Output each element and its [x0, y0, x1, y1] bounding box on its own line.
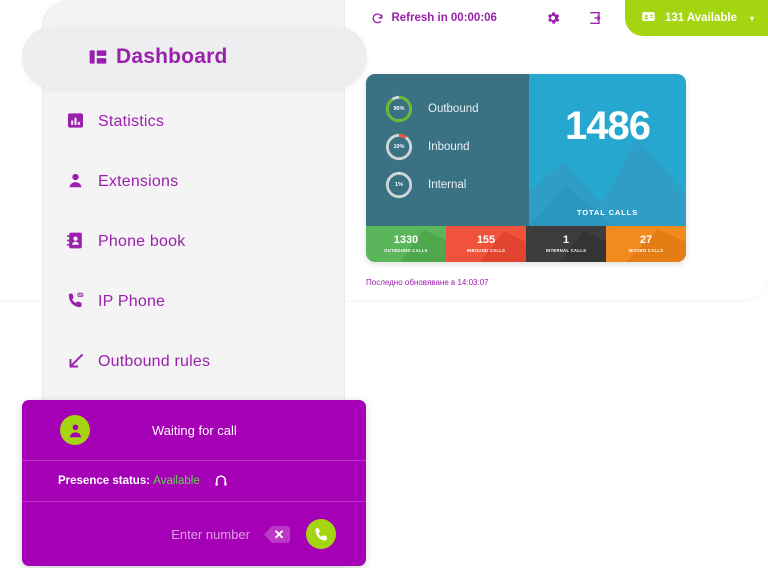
tile-value: 1: [563, 235, 569, 247]
extensions-icon: [66, 171, 88, 193]
dial-label: Inbound: [428, 141, 470, 153]
tile-label: INTERNAL CALLS: [546, 248, 586, 253]
call-state-label: Waiting for call: [152, 423, 237, 438]
call-icon[interactable]: [306, 519, 336, 549]
softphone-presence-row: Presence status: Available: [22, 461, 366, 502]
softphone-dial-row: [22, 502, 366, 566]
dial-row-inbound: 10% Inbound: [384, 128, 529, 166]
total-calls-label: TOTAL CALLS: [529, 208, 686, 217]
ip-phone-icon: SIP: [66, 291, 88, 313]
dial-label: Internal: [428, 179, 466, 191]
donut-percent: 1%: [384, 170, 414, 200]
availability-badge[interactable]: 131 Available ▾: [625, 0, 768, 36]
user-avatar-icon: [60, 415, 90, 445]
last-updated-text: Последно обновяване в 14:03:07: [366, 278, 489, 287]
sidebar-item-statistics[interactable]: Statistics: [0, 92, 345, 152]
softphone-widget: Waiting for call Presence status: Availa…: [22, 400, 366, 566]
statistics-icon: [66, 111, 88, 133]
sidebar-item-phone-book[interactable]: Phone book: [0, 212, 345, 272]
tile-internal-calls[interactable]: 1 INTERNAL CALLS: [526, 226, 606, 262]
phone-book-icon: [66, 231, 88, 253]
sidebar-nav: Statistics Extensions: [0, 0, 345, 392]
donut-outbound: 90%: [384, 94, 414, 124]
sidebar-item-label: Dashboard: [116, 45, 228, 69]
number-input[interactable]: [90, 527, 250, 542]
tile-label: MISSED CALLS: [629, 248, 664, 253]
stats-dials-panel: 90% Outbound 10% Inbound: [366, 74, 529, 226]
total-calls-value: 1486: [529, 104, 686, 149]
presence-value[interactable]: Available: [153, 475, 199, 487]
stats-main: 90% Outbound 10% Inbound: [366, 74, 686, 226]
contact-card-icon: [641, 9, 656, 27]
headset-icon[interactable]: [214, 474, 228, 488]
sidebar-item-label: Statistics: [98, 113, 164, 131]
stats-tiles: 1330 OUTBOUND CALLS 155 INBOUND CALLS 1 …: [366, 226, 686, 262]
tile-outbound-calls[interactable]: 1330 OUTBOUND CALLS: [366, 226, 446, 262]
tile-inbound-calls[interactable]: 155 INBOUND CALLS: [446, 226, 526, 262]
app-root: Refresh in 00:00:06: [0, 0, 768, 568]
dial-label: Outbound: [428, 103, 479, 115]
mountain-decoration: [529, 74, 686, 226]
logout-icon[interactable]: [587, 10, 603, 26]
stats-total-panel: 1486 TOTAL CALLS: [529, 74, 686, 226]
softphone-state-row: Waiting for call: [22, 400, 366, 461]
donut-inbound: 10%: [384, 132, 414, 162]
sidebar-item-extensions[interactable]: Extensions: [0, 152, 345, 212]
presence-label: Presence status: Available: [58, 475, 200, 487]
sidebar-item-label: Phone book: [98, 233, 185, 251]
outbound-rules-icon: [66, 351, 88, 373]
presence-prefix: Presence status:: [58, 475, 150, 487]
backspace-icon[interactable]: [264, 526, 290, 543]
dial-row-outbound: 90% Outbound: [384, 90, 529, 128]
refresh-icon: [371, 12, 384, 25]
gear-icon[interactable]: [545, 10, 561, 26]
donut-percent: 10%: [384, 132, 414, 162]
tile-value: 155: [477, 235, 495, 247]
sidebar-item-ip-phone[interactable]: SIP IP Phone: [0, 272, 345, 332]
sidebar-item-label: Extensions: [98, 173, 178, 191]
top-header: Refresh in 00:00:06: [345, 0, 768, 36]
chevron-down-icon: ▾: [750, 14, 754, 23]
donut-internal: 1%: [384, 170, 414, 200]
sidebar-item-label: IP Phone: [98, 293, 165, 311]
tile-missed-calls[interactable]: 27 MISSED CALLS: [606, 226, 686, 262]
sidebar-item-label: Outbound rules: [98, 353, 210, 371]
tile-value: 1330: [394, 235, 418, 247]
call-stats-card: 90% Outbound 10% Inbound: [366, 74, 686, 262]
svg-text:SIP: SIP: [78, 293, 84, 297]
availability-label: 131 Available: [665, 12, 737, 24]
tile-value: 27: [640, 235, 652, 247]
sidebar-item-outbound-rules[interactable]: Outbound rules: [0, 332, 345, 392]
dial-row-internal: 1% Internal: [384, 166, 529, 204]
dashboard-icon: [88, 47, 108, 67]
donut-percent: 90%: [384, 94, 414, 124]
sidebar-item-dashboard[interactable]: Dashboard: [22, 26, 367, 88]
tile-label: INBOUND CALLS: [467, 248, 506, 253]
refresh-status: Refresh in 00:00:06: [371, 12, 496, 25]
tile-label: OUTBOUND CALLS: [384, 248, 428, 253]
refresh-label: Refresh in 00:00:06: [391, 12, 496, 24]
